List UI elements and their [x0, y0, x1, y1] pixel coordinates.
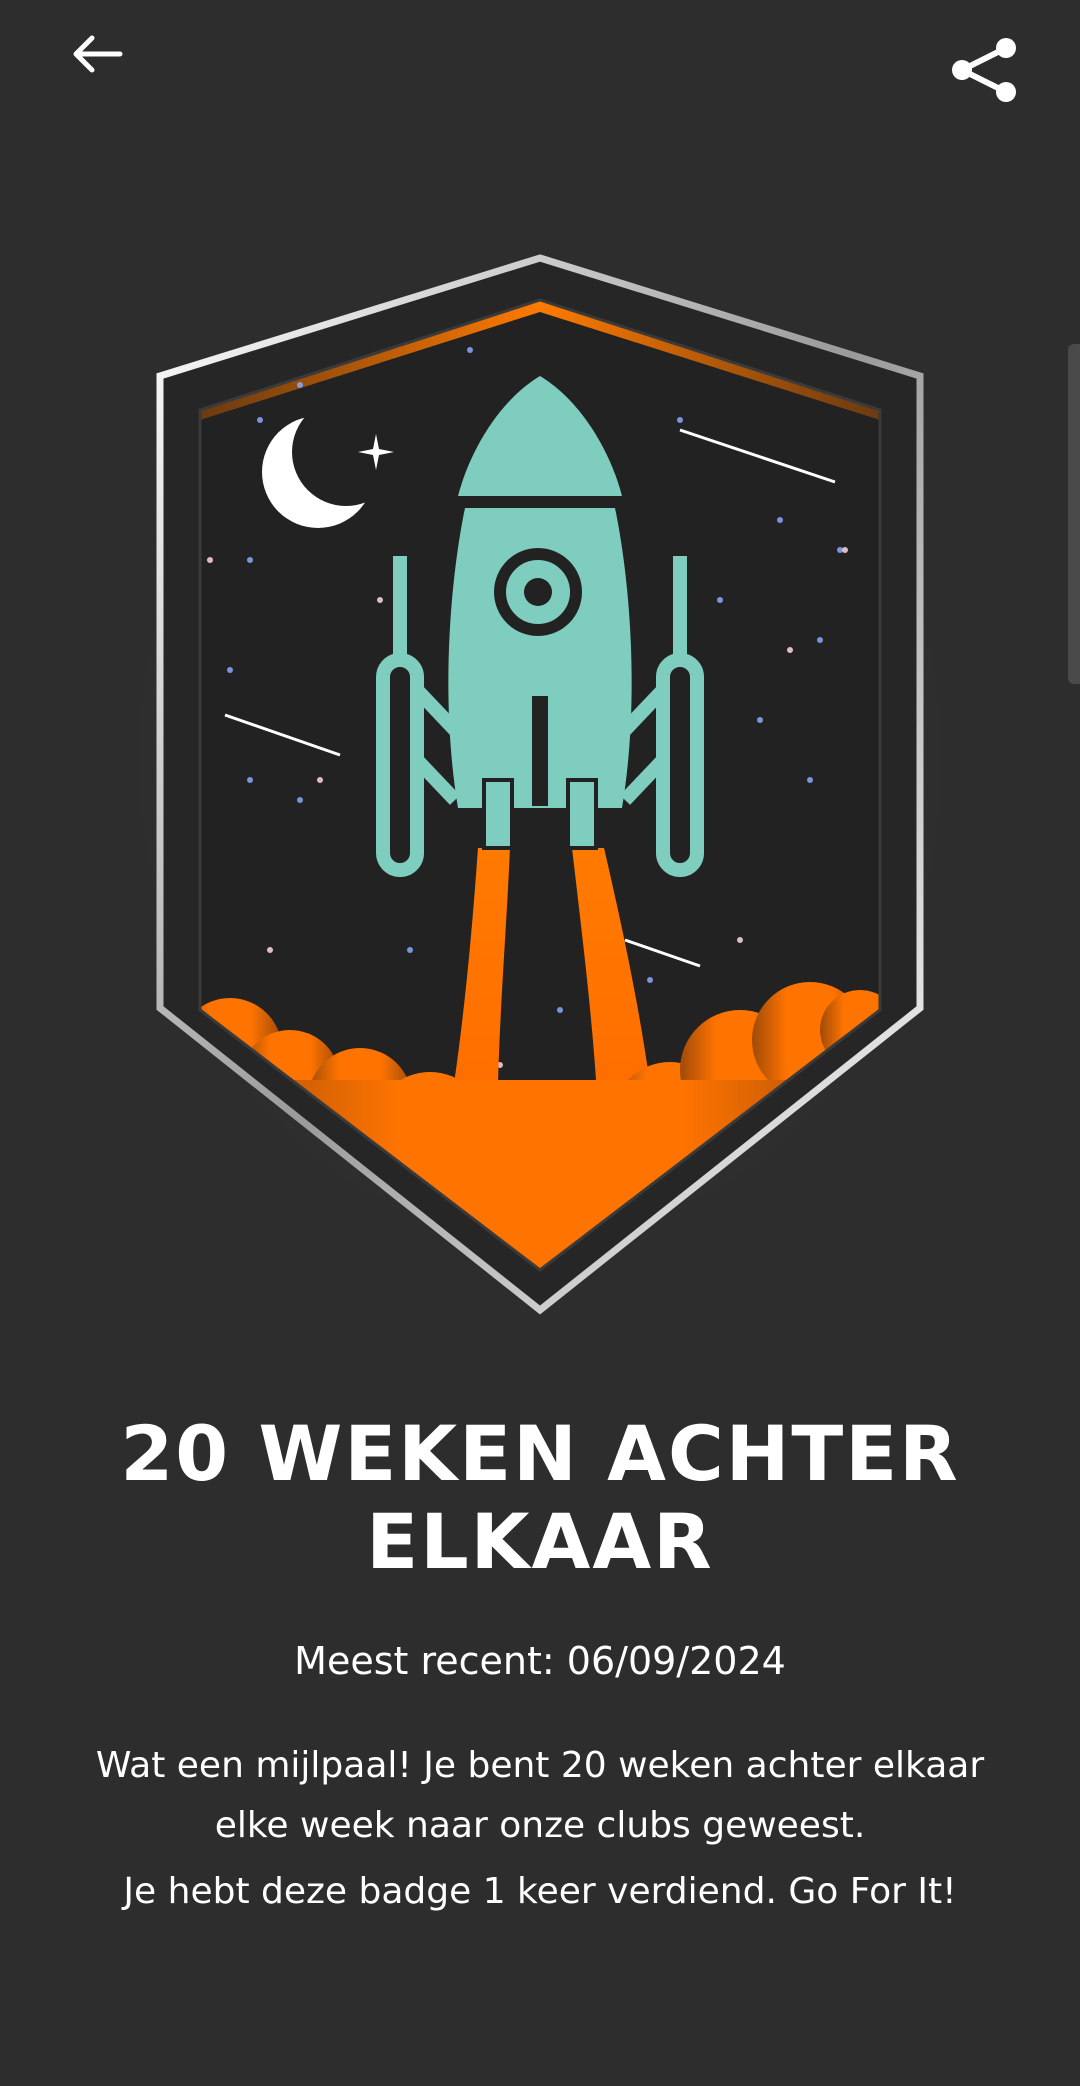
badge-image — [150, 250, 930, 1320]
share-icon — [952, 38, 1016, 102]
badge-title: 20 WEKEN ACHTER ELKAAR — [40, 1410, 1040, 1586]
rocket-badge-icon — [156, 254, 924, 1315]
most-recent-date: Meest recent: 06/09/2024 — [294, 1639, 786, 1683]
badge-description: Wat een mijlpaal! Je bent 20 weken achte… — [60, 1736, 1020, 1922]
description-text: Wat een mijlpaal! Je bent 20 weken achte… — [95, 1745, 985, 1846]
earned-count-text: Je hebt deze badge 1 keer verdiend. Go F… — [123, 1871, 957, 1912]
back-button[interactable] — [64, 24, 132, 84]
share-button[interactable] — [948, 34, 1020, 106]
arrow-left-icon — [73, 35, 123, 73]
title-line-2: ELKAAR — [366, 1497, 714, 1586]
scrollbar[interactable] — [1068, 344, 1080, 684]
title-line-1: 20 WEKEN ACHTER — [120, 1409, 960, 1498]
